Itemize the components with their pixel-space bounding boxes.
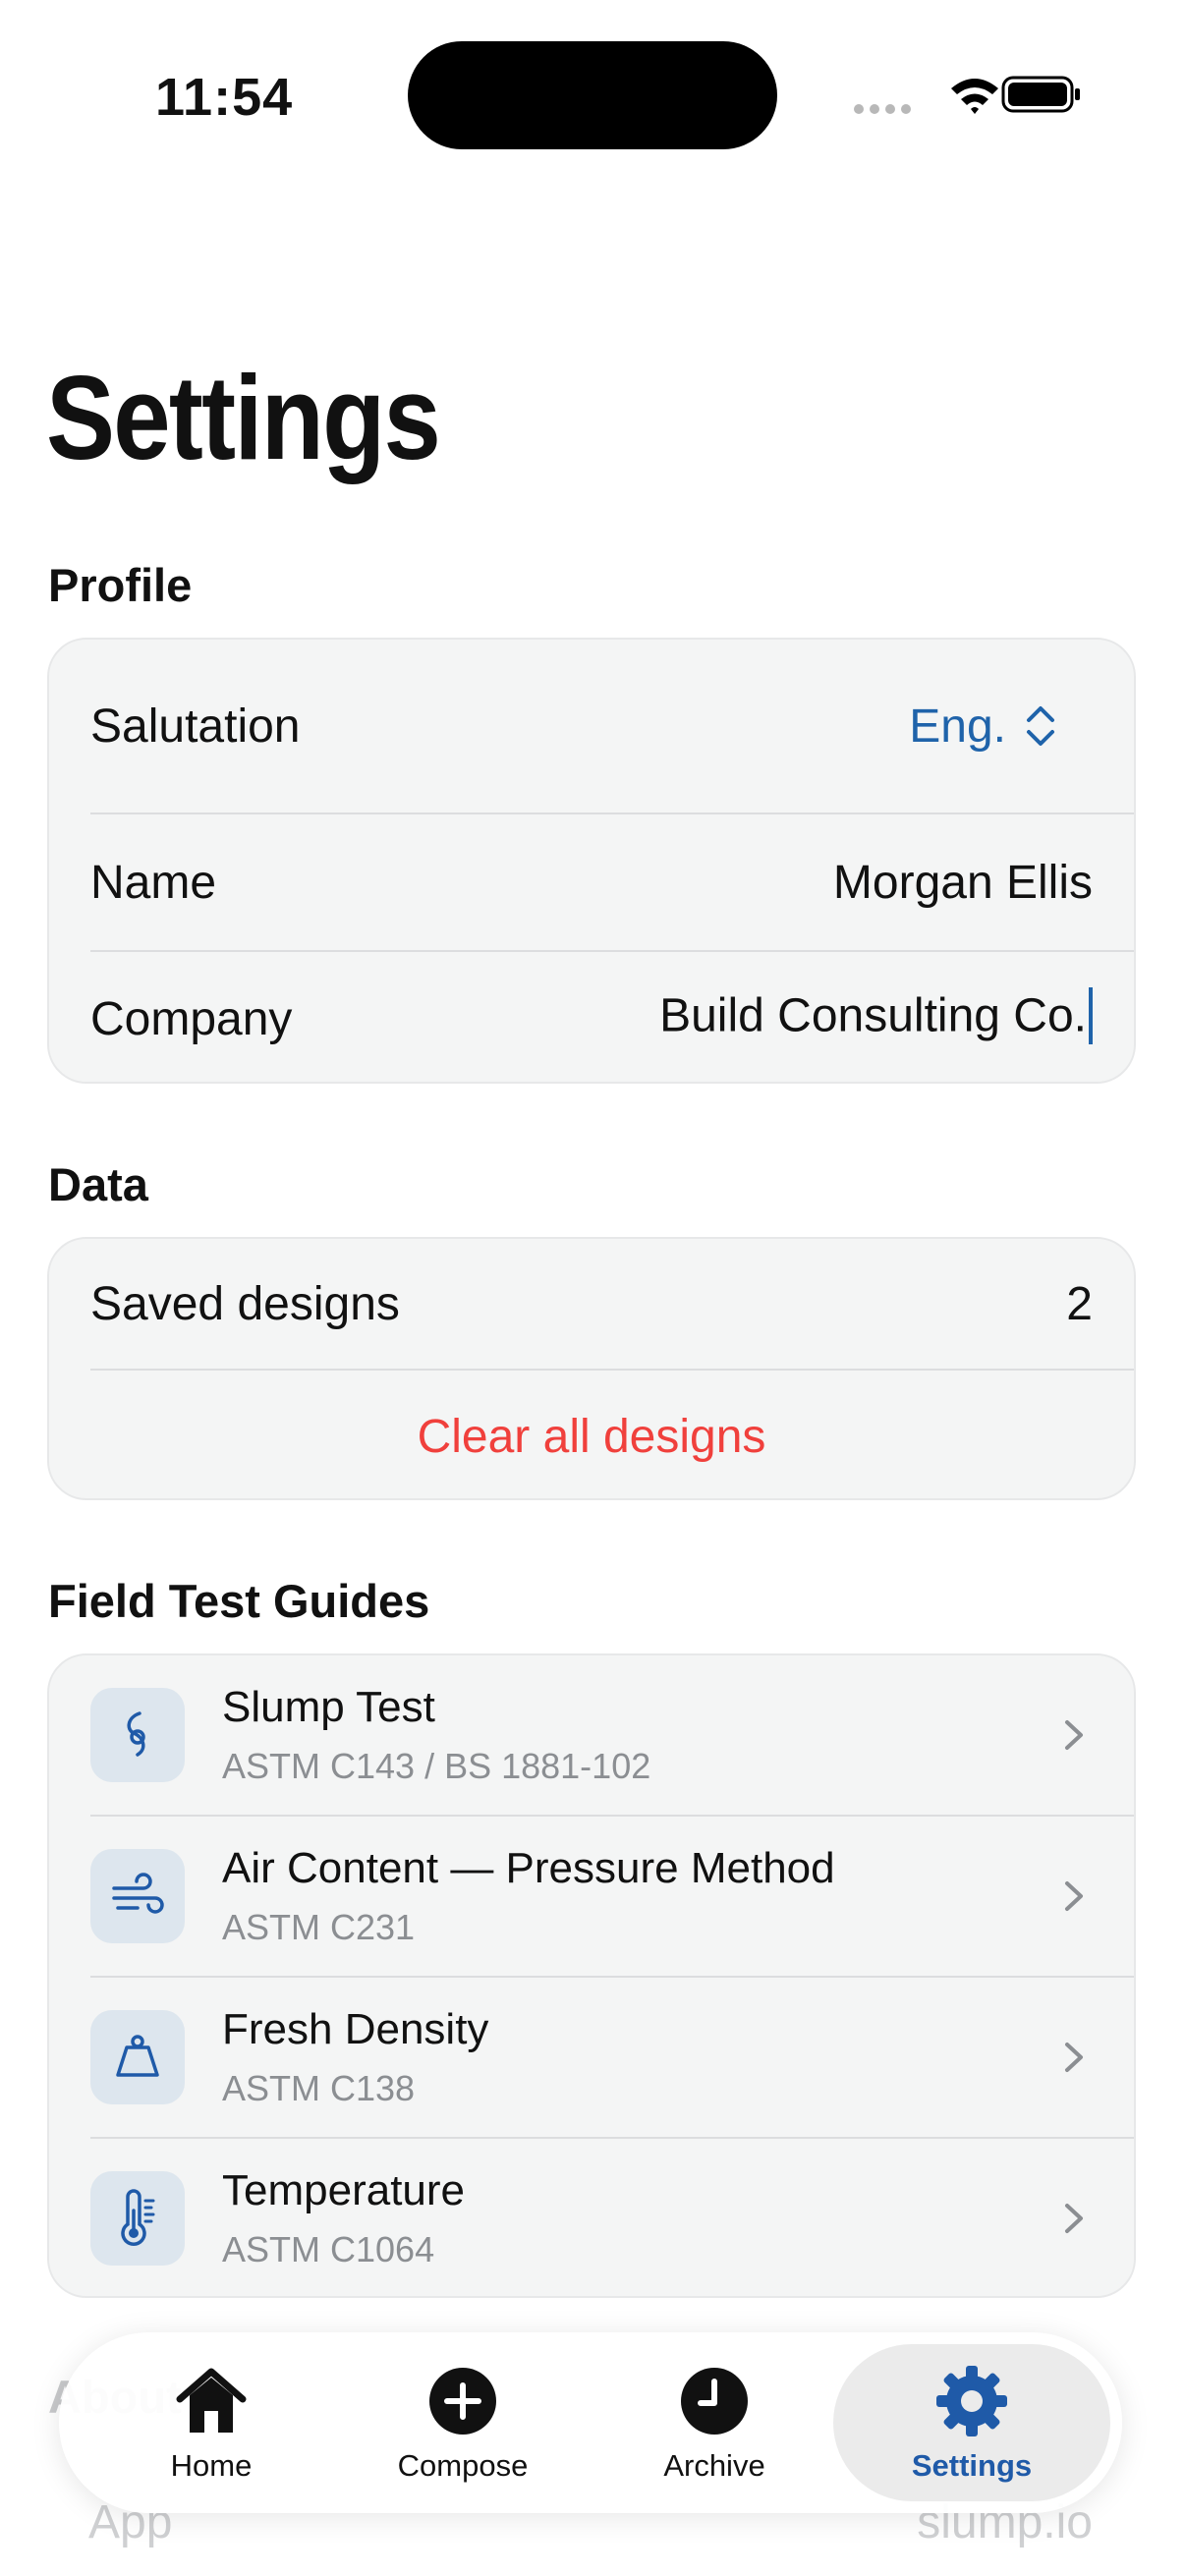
guide-item-temperature[interactable]: Temperature ASTM C1064	[49, 2139, 1134, 2296]
guide-title: Slump Test	[222, 1683, 435, 1731]
salutation-value: Eng.	[909, 700, 1006, 753]
guide-item-slump-test[interactable]: Slump Test ASTM C143 / BS 1881-102	[49, 1655, 1134, 1815]
slump-cone-icon	[127, 1711, 145, 1757]
guide-subtitle: ASTM C1064	[222, 2229, 435, 2269]
page-title: Settings	[46, 351, 441, 484]
plus-circle-icon	[429, 2368, 496, 2435]
guide-icon-box	[90, 2171, 185, 2266]
company-row[interactable]: Company Build Consulting Co.	[49, 952, 1134, 1082]
saved-designs-row: Saved designs 2	[49, 1239, 1134, 1369]
wifi-icon	[951, 79, 998, 114]
guide-item-fresh-density[interactable]: Fresh Density ASTM C138	[49, 1978, 1134, 2137]
tab-archive[interactable]: Archive	[592, 2344, 837, 2501]
house-icon	[176, 2368, 247, 2433]
name-row[interactable]: Name Morgan Ellis	[49, 814, 1134, 950]
chevron-right-icon	[1065, 1881, 1083, 1911]
profile-section-header: Profile	[48, 559, 193, 611]
status-time: 11:54	[155, 68, 294, 127]
guide-icon-box	[90, 1849, 185, 1943]
status-icons	[854, 76, 1080, 114]
chevron-right-icon	[1065, 2043, 1083, 2072]
tab-home[interactable]: Home	[88, 2344, 334, 2501]
tab-label: Home	[170, 2448, 253, 2483]
data-card: Saved designs 2 Clear all designs	[47, 1237, 1136, 1500]
guide-title: Temperature	[222, 2166, 466, 2214]
guides-card: Slump Test ASTM C143 / BS 1881-102 Air C…	[47, 1653, 1136, 2298]
salutation-label: Salutation	[90, 700, 301, 753]
company-field[interactable]: Build Consulting Co.	[659, 987, 1093, 1050]
dynamic-island	[408, 41, 777, 149]
tab-compose[interactable]: Compose	[340, 2344, 586, 2501]
salutation-row[interactable]: Salutation Eng.	[49, 640, 1134, 812]
thermometer-icon	[121, 2189, 155, 2246]
guide-subtitle: ASTM C138	[222, 2068, 416, 2108]
guide-item-air-content[interactable]: Air Content — Pressure Method ASTM C231	[49, 1817, 1134, 1976]
guide-icon-box	[90, 2010, 185, 2104]
chevron-right-icon	[1065, 2204, 1083, 2233]
tab-label: Compose	[397, 2448, 529, 2483]
gear-icon	[936, 2366, 1007, 2436]
chevron-right-icon	[1065, 1720, 1083, 1750]
profile-card: Salutation Eng. Name Morgan Ellis Compan…	[47, 638, 1136, 1084]
tab-label: Settings	[911, 2448, 1033, 2483]
name-field[interactable]: Morgan Ellis	[833, 856, 1093, 910]
guide-title: Fresh Density	[222, 2005, 489, 2053]
clear-all-designs-button[interactable]: Clear all designs	[49, 1371, 1134, 1498]
text-cursor	[1089, 987, 1093, 1044]
battery-icon	[1001, 76, 1080, 113]
saved-designs-label: Saved designs	[90, 1277, 400, 1330]
name-label: Name	[90, 856, 217, 909]
company-label: Company	[90, 992, 293, 1045]
guide-title: Air Content — Pressure Method	[222, 1844, 835, 1892]
tab-label: Archive	[663, 2448, 765, 2483]
status-bar: 11:54	[0, 0, 1185, 187]
tab-settings[interactable]: Settings	[833, 2344, 1110, 2501]
weight-icon	[116, 2035, 159, 2077]
company-value: Build Consulting Co.	[659, 989, 1087, 1042]
guide-icon-box	[90, 1688, 185, 1782]
chevron-up-down-icon	[1027, 706, 1054, 746]
salutation-picker[interactable]: Eng.	[909, 700, 1093, 754]
guide-subtitle: ASTM C143 / BS 1881-102	[222, 1746, 651, 1786]
guide-subtitle: ASTM C231	[222, 1907, 416, 1947]
tab-bar: Home Compose Archive Settings	[59, 2332, 1122, 2513]
clock-icon	[681, 2368, 748, 2435]
wind-icon	[112, 1873, 164, 1914]
saved-designs-count: 2	[1066, 1277, 1093, 1330]
guides-section-header: Field Test Guides	[48, 1575, 430, 1627]
signal-dots-icon	[854, 104, 911, 114]
data-section-header: Data	[48, 1158, 148, 1210]
